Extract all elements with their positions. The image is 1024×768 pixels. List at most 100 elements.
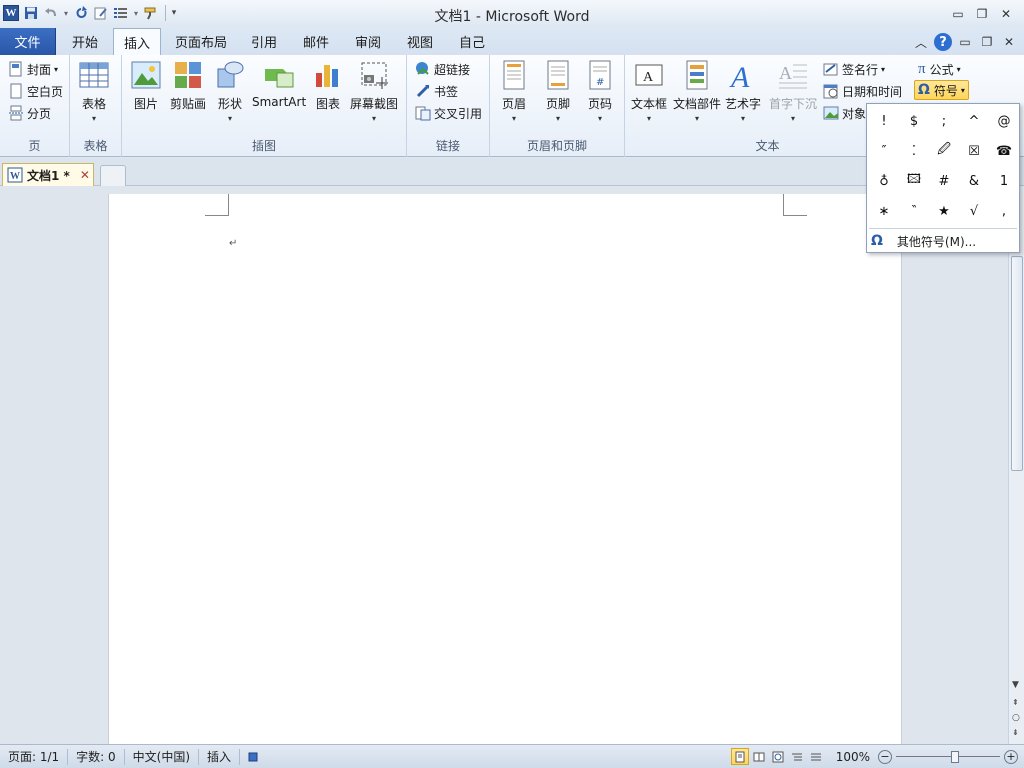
web-layout-icon[interactable] [769, 748, 787, 765]
object-button[interactable]: 对象 [823, 103, 866, 123]
more-symbols-item[interactable]: Ω 其他符号(M)... [871, 231, 1015, 251]
symbol-cell[interactable]: ∗ [869, 196, 899, 226]
symbol-cell[interactable]: ‶ [899, 196, 929, 226]
bookmark-button[interactable]: 书签 [415, 81, 458, 101]
prev-page-icon[interactable]: ⇞ [1012, 698, 1019, 707]
zoom-level[interactable]: 100% [836, 750, 870, 764]
macro-record-icon[interactable] [240, 749, 266, 765]
zoom-out-icon[interactable]: − [878, 749, 892, 764]
symbol-cell[interactable]: 🖉 [929, 136, 959, 166]
smartart-button[interactable]: SmartArt [252, 59, 306, 109]
symbol-cell[interactable]: $ [899, 106, 929, 136]
chart-icon [316, 65, 338, 87]
status-mode[interactable]: 插入 [199, 748, 241, 765]
tab-insert[interactable]: 插入 [113, 28, 161, 56]
date-time-button[interactable]: 日期和时间 [823, 81, 902, 101]
full-screen-reading-icon[interactable] [750, 748, 768, 765]
doc-close-icon[interactable]: ✕ [998, 32, 1020, 52]
symbol-cell[interactable]: & [959, 166, 989, 196]
zoom-slider[interactable] [896, 749, 1000, 765]
signature-line-button[interactable]: 签名行 ▾ [823, 59, 885, 79]
restore-icon[interactable]: ❐ [970, 4, 994, 24]
symbol-cell[interactable]: ☒ [959, 136, 989, 166]
tab-view[interactable]: 视图 [398, 28, 442, 55]
symbol-cell[interactable]: ♁ [869, 166, 899, 196]
symbol-cell[interactable]: , [989, 196, 1019, 226]
draft-icon[interactable] [807, 748, 825, 765]
tab-home[interactable]: 开始 [60, 28, 110, 55]
status-words[interactable]: 字数: 0 [68, 748, 125, 765]
svg-text:A: A [643, 70, 654, 85]
close-icon[interactable]: ✕ [994, 4, 1018, 24]
zoom-in-icon[interactable]: + [1004, 749, 1018, 764]
pi-icon: π [918, 60, 926, 77]
cover-page-button[interactable]: 封面 ▾ [8, 59, 58, 79]
wordart-button[interactable]: A 艺术字 ▾ [725, 59, 761, 123]
page-number-button[interactable]: # 页码 ▾ [584, 59, 616, 123]
screenshot-icon [361, 62, 388, 89]
tab-review[interactable]: 审阅 [346, 28, 390, 55]
outline-icon[interactable] [788, 748, 806, 765]
quickparts-button[interactable]: 文档部件 ▾ [673, 59, 721, 123]
symbol-cell[interactable]: ⁚ [899, 136, 929, 166]
footer-button[interactable]: 页脚 ▾ [542, 59, 574, 123]
header-icon [503, 60, 525, 90]
page-number-icon: # [589, 60, 611, 90]
textbox-button[interactable]: A 文本框 ▾ [631, 59, 667, 123]
group-label-illustrations: 插图 [251, 139, 276, 153]
clipart-button[interactable]: 剪贴画 [170, 59, 206, 112]
tab-custom[interactable]: 自己 [450, 28, 494, 55]
screenshot-button[interactable]: 屏幕截图 ▾ [350, 59, 398, 123]
table-button[interactable]: 表格 ▾ [78, 59, 110, 123]
tab-file[interactable]: 文件 [0, 28, 56, 55]
hyperlink-button[interactable]: 超链接 [415, 59, 470, 79]
chart-button[interactable]: 图表 [312, 59, 344, 112]
document-page[interactable]: ↵ [108, 194, 902, 744]
shapes-button[interactable]: 形状 ▾ [214, 59, 246, 123]
scroll-thumb[interactable] [1011, 256, 1023, 471]
document-tab[interactable]: W 文档1 * ✕ [2, 163, 94, 186]
symbol-cell[interactable]: ″ [869, 136, 899, 166]
svg-text:W: W [10, 171, 20, 182]
symbol-button[interactable]: Ω 符号 ▾ [914, 80, 969, 100]
header-button[interactable]: 页眉 ▾ [498, 59, 530, 123]
dropcap-button[interactable]: A 首字下沉 ▾ [769, 59, 817, 123]
symbol-cell[interactable]: ☎ [989, 136, 1019, 166]
svg-text:A: A [729, 61, 750, 91]
next-page-icon[interactable]: ⇟ [1012, 728, 1019, 737]
symbol-cell[interactable]: ★ [929, 196, 959, 226]
tab-references[interactable]: 引用 [242, 28, 286, 55]
equation-button[interactable]: π 公式 ▾ [918, 59, 961, 79]
symbol-cell[interactable]: √ [959, 196, 989, 226]
minimize-icon[interactable]: ▭ [946, 4, 970, 24]
blank-page-button[interactable]: 空白页 [8, 81, 63, 101]
browse-object-icon[interactable]: ○ [1012, 713, 1020, 723]
footer-icon [547, 60, 569, 90]
picture-button[interactable]: 图片 [130, 59, 162, 112]
group-pages: 封面 ▾ 空白页 分页 页 [0, 55, 70, 157]
help-icon[interactable]: ? [932, 32, 954, 52]
cross-reference-button[interactable]: 交叉引用 [415, 103, 482, 123]
symbol-cell[interactable]: # [929, 166, 959, 196]
symbol-cell[interactable]: 🖾 [899, 166, 929, 196]
tab-page-layout[interactable]: 页面布局 [165, 28, 237, 55]
symbol-cell[interactable]: ^ [959, 106, 989, 136]
new-tab-button[interactable] [100, 165, 126, 186]
vertical-scrollbar[interactable]: ▲ ▼ ⇞ ○ ⇟ [1008, 186, 1024, 744]
doc-restore-icon[interactable]: ❐ [976, 32, 998, 52]
page-break-button[interactable]: 分页 [8, 103, 51, 123]
scroll-down-icon[interactable]: ▼ [1012, 680, 1019, 690]
symbol-cell[interactable]: ; [929, 106, 959, 136]
close-tab-icon[interactable]: ✕ [80, 168, 90, 182]
collapse-ribbon-icon[interactable]: ︿ [910, 32, 932, 52]
tab-mailings[interactable]: 邮件 [294, 28, 338, 55]
symbol-cell[interactable]: ! [869, 106, 899, 136]
status-language[interactable]: 中文(中国) [125, 748, 200, 765]
doc-minimize-icon[interactable]: ▭ [954, 32, 976, 52]
print-layout-icon[interactable] [730, 748, 749, 765]
status-page[interactable]: 页面: 1/1 [0, 748, 69, 765]
status-bar: 页面: 1/1 字数: 0 中文(中国) 插入 100% − + [0, 744, 1024, 768]
zoom-slider-knob[interactable] [951, 750, 959, 763]
symbol-cell[interactable]: 1 [989, 166, 1019, 196]
symbol-cell[interactable]: @ [989, 106, 1019, 136]
